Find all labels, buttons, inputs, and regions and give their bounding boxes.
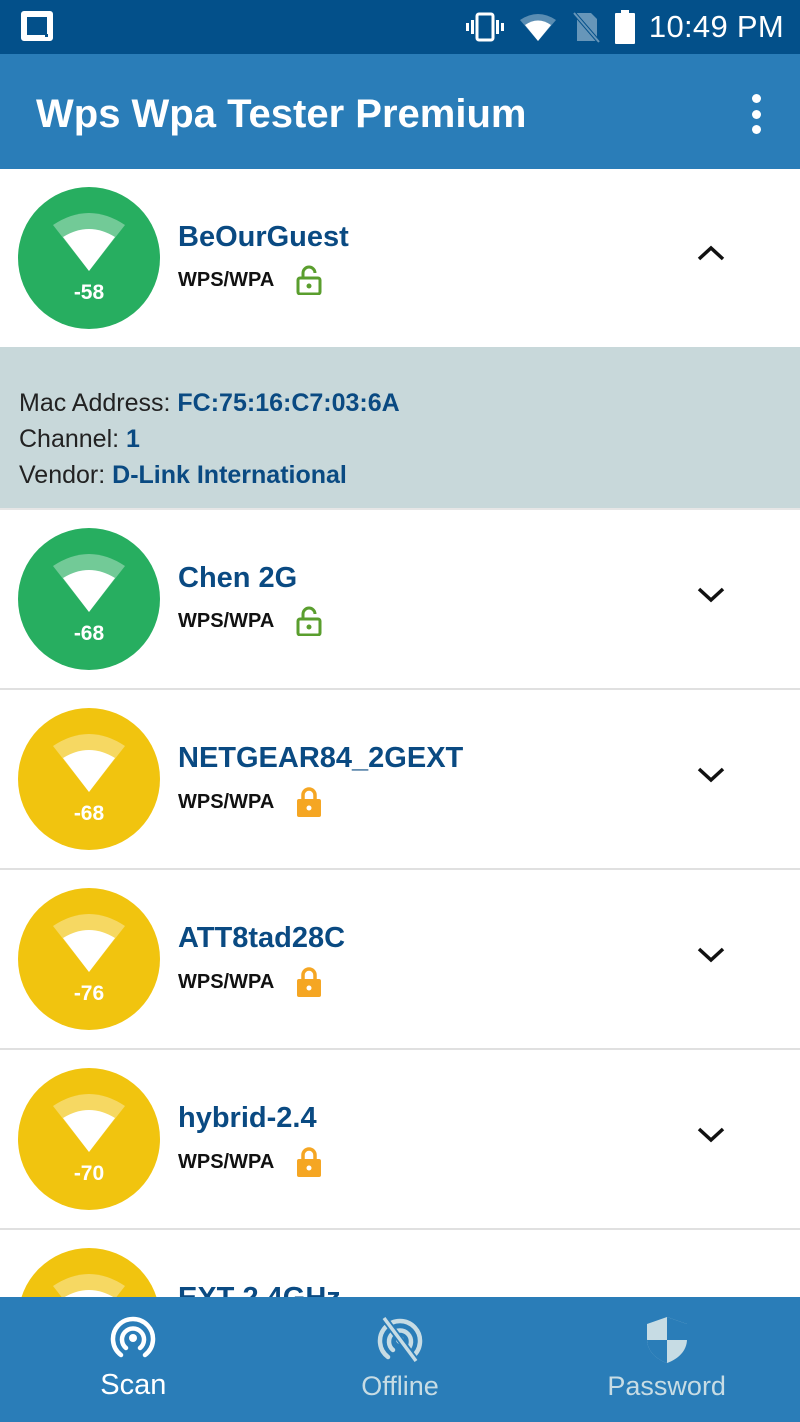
chevron-down-icon[interactable] [696, 584, 726, 604]
more-vert-icon[interactable] [746, 94, 766, 134]
network-row[interactable]: -70 hybrid-2.4 WPS/WPA [0, 1050, 800, 1230]
network-row[interactable]: -68 NETGEAR84_2GEXT WPS/WPA [0, 690, 800, 870]
scan-icon [111, 1316, 156, 1358]
security-row: WPS/WPA [178, 966, 322, 998]
signal-strength-badge: -68 [18, 528, 160, 670]
ssid: hybrid-2.4 [178, 1102, 317, 1134]
channel-value: 1 [126, 425, 140, 453]
nav-scan[interactable]: Scan [0, 1297, 267, 1422]
ssid: Chen 2G [178, 562, 298, 594]
chevron-down-icon[interactable] [696, 764, 726, 784]
security-type: WPS/WPA [178, 790, 275, 813]
rssi-value: -70 [73, 1162, 105, 1185]
network-details: Mac Address: FC:75:16:C7:03:6A Channel: … [0, 347, 800, 510]
wifi-signal-icon [53, 734, 125, 792]
nav-offline[interactable]: Offline [267, 1297, 534, 1422]
app-bar: Wps Wpa Tester Premium [0, 54, 800, 169]
status-bar: 10:49 PM [0, 0, 800, 54]
vendor-value: D-Link International [112, 461, 347, 489]
rssi-value: -68 [73, 802, 105, 825]
wifi-signal-icon [53, 554, 125, 612]
security-type: WPS/WPA [178, 609, 275, 632]
vibrate-icon [465, 12, 504, 42]
unlocked-icon [296, 265, 322, 295]
network-row[interactable]: -58 BeOurGuest WPS/WPA [0, 169, 800, 347]
network-row[interactable]: -68 Chen 2G WPS/WPA [0, 510, 800, 690]
lock-icon [297, 1147, 322, 1177]
status-icons: 10:49 PM [465, 0, 784, 54]
chevron-up-icon[interactable] [696, 243, 726, 263]
ssid: BeOurGuest [178, 221, 349, 253]
ssid: ATT8tad28C [178, 922, 346, 954]
offline-icon [377, 1315, 423, 1363]
mac-line: Mac Address: FC:75:16:C7:03:6A [19, 385, 800, 421]
wifi-icon [519, 14, 556, 41]
bottom-nav: Scan Offline Password [0, 1297, 800, 1422]
app-title: Wps Wpa Tester Premium [36, 92, 527, 136]
battery-icon [614, 10, 635, 44]
signal-strength-badge: -70 [18, 1068, 160, 1210]
terminal-icon [21, 11, 53, 41]
lock-icon [297, 787, 322, 817]
security-type: WPS/WPA [178, 268, 275, 291]
security-type: WPS/WPA [178, 970, 275, 993]
channel-line: Channel: 1 [19, 421, 800, 457]
lock-icon [297, 967, 322, 997]
signal-strength-badge: -68 [18, 708, 160, 850]
clock: 10:49 PM [648, 9, 784, 44]
signal-strength-badge: -76 [18, 888, 160, 1030]
no-sim-icon [572, 11, 601, 43]
security-type: WPS/WPA [178, 1150, 275, 1173]
signal-strength-badge: -58 [18, 187, 160, 329]
vendor-label: Vendor: [19, 461, 106, 489]
chevron-down-icon[interactable] [696, 944, 726, 964]
chevron-down-icon[interactable] [696, 1124, 726, 1144]
wifi-signal-icon [53, 213, 125, 271]
unlocked-icon [296, 606, 322, 636]
nav-password-label: Password [607, 1371, 726, 1401]
security-row: WPS/WPA [178, 606, 322, 636]
ssid: NETGEAR84_2GEXT [178, 742, 464, 774]
rssi-value: -68 [73, 622, 105, 645]
wifi-signal-icon [53, 914, 125, 972]
mac-value: FC:75:16:C7:03:6A [177, 389, 400, 417]
security-row: WPS/WPA [178, 786, 322, 818]
shield-icon [646, 1317, 687, 1363]
wifi-signal-icon [53, 1094, 125, 1152]
nav-password[interactable]: Password [533, 1297, 800, 1422]
rssi-value: -58 [73, 281, 105, 304]
network-list[interactable]: -58 BeOurGuest WPS/WPA Mac Address: FC:7… [0, 169, 800, 1410]
vendor-line: Vendor: D-Link International [19, 457, 800, 493]
nav-scan-label: Scan [100, 1369, 167, 1401]
security-row: WPS/WPA [178, 265, 322, 295]
mac-label: Mac Address: [19, 389, 171, 417]
security-row: WPS/WPA [178, 1146, 322, 1178]
nav-offline-label: Offline [361, 1371, 439, 1401]
network-row[interactable]: -76 ATT8tad28C WPS/WPA [0, 870, 800, 1050]
rssi-value: -76 [73, 982, 105, 1005]
channel-label: Channel: [19, 425, 120, 453]
